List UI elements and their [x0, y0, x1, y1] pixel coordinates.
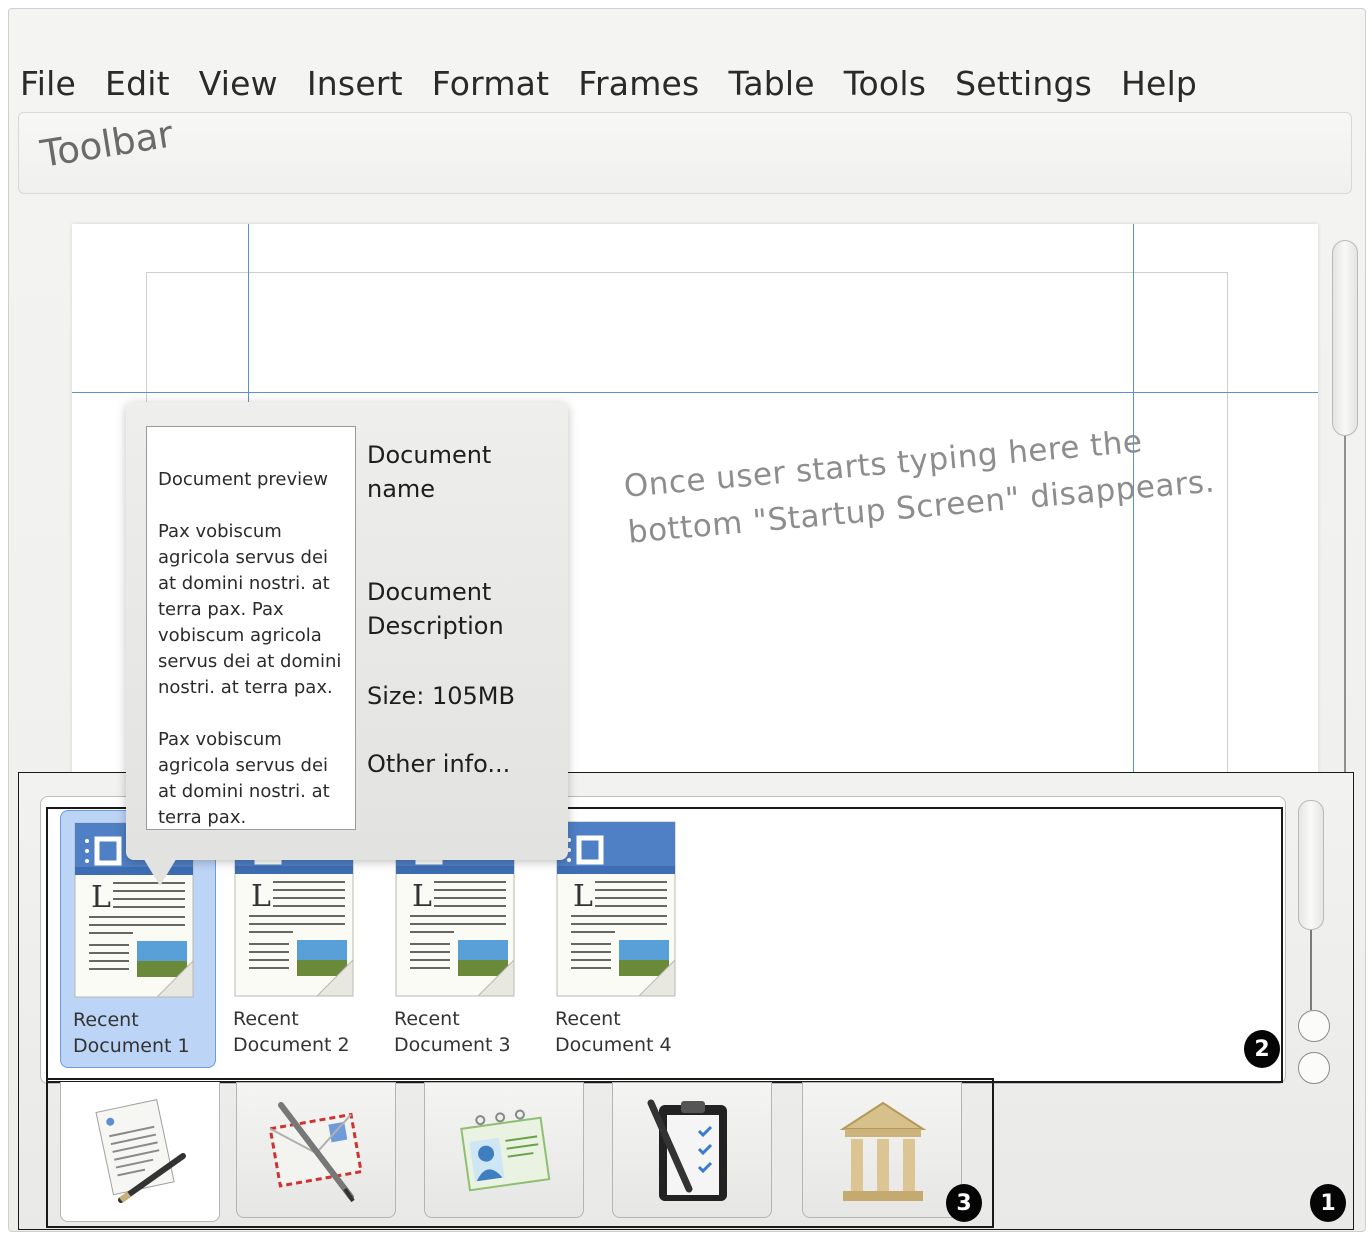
menu-frames[interactable]: Frames: [578, 60, 699, 108]
menu-settings[interactable]: Settings: [955, 60, 1092, 108]
menu-help[interactable]: Help: [1121, 60, 1197, 108]
toolbar: Toolbar: [18, 112, 1352, 194]
svg-text:L: L: [91, 880, 111, 915]
badge-startup-screen: 1: [1310, 1184, 1346, 1222]
scroll-up-button[interactable]: [1298, 1010, 1330, 1042]
recent-document-caption: Recent Document 4: [555, 1008, 672, 1056]
recent-document-caption: Recent Document 2: [233, 1008, 350, 1056]
letter-document-icon: [95, 1099, 186, 1203]
contact-card-icon: [460, 1109, 551, 1192]
svg-text:L: L: [573, 879, 593, 914]
document-icon: L: [556, 821, 676, 997]
menubar: File Edit View Insert Format Frames Tabl…: [20, 60, 1226, 108]
menu-table[interactable]: Table: [728, 60, 814, 108]
badge-tabs: 3: [946, 1184, 982, 1222]
menu-edit[interactable]: Edit: [105, 60, 170, 108]
tooltip-pointer: [142, 856, 178, 886]
preview-paragraph: Pax vobiscum agricola servus dei at domi…: [158, 729, 330, 828]
tab-mail[interactable]: [236, 1082, 396, 1218]
scrollbar-track[interactable]: [1344, 436, 1346, 776]
tab-institution[interactable]: [802, 1082, 962, 1218]
scroll-down-button[interactable]: [1298, 1052, 1330, 1084]
preview-title: Document preview: [158, 469, 328, 490]
recent-panel-scroll-track[interactable]: [1310, 930, 1312, 1010]
toolbar-placeholder-label: Toolbar: [37, 112, 176, 176]
checklist-clipboard-icon: [647, 1099, 727, 1201]
document-size: Size: 105MB: [367, 682, 515, 710]
menu-view[interactable]: View: [199, 60, 278, 108]
badge-recent-panel: 2: [1244, 1030, 1280, 1068]
horizontal-guide-line: [72, 392, 1318, 393]
menu-insert[interactable]: Insert: [307, 60, 403, 108]
document-preview: Document preview Pax vobiscum agricola s…: [146, 426, 356, 830]
mail-envelope-pen-icon: [268, 1102, 363, 1203]
tab-letter[interactable]: [60, 1082, 220, 1222]
document-name: Document name: [367, 441, 492, 503]
tab-checklist[interactable]: [612, 1082, 772, 1218]
document-other-info: Other info...: [367, 750, 511, 778]
tab-contacts[interactable]: [424, 1082, 584, 1218]
classical-building-icon: [839, 1101, 927, 1201]
recent-document-caption: Recent Document 1: [73, 1009, 190, 1057]
scrollbar-thumb[interactable]: [1332, 240, 1358, 436]
document-description: Document Description: [367, 578, 504, 640]
menu-file[interactable]: File: [20, 60, 76, 108]
svg-text:L: L: [412, 879, 432, 914]
menu-tools[interactable]: Tools: [844, 60, 926, 108]
recent-document-caption: Recent Document 3: [394, 1008, 511, 1056]
preview-paragraph: Pax vobiscum agricola servus dei at domi…: [158, 521, 342, 698]
menu-format[interactable]: Format: [432, 60, 550, 108]
svg-text:L: L: [251, 879, 271, 914]
recent-panel-scroll-thumb[interactable]: [1298, 800, 1324, 930]
